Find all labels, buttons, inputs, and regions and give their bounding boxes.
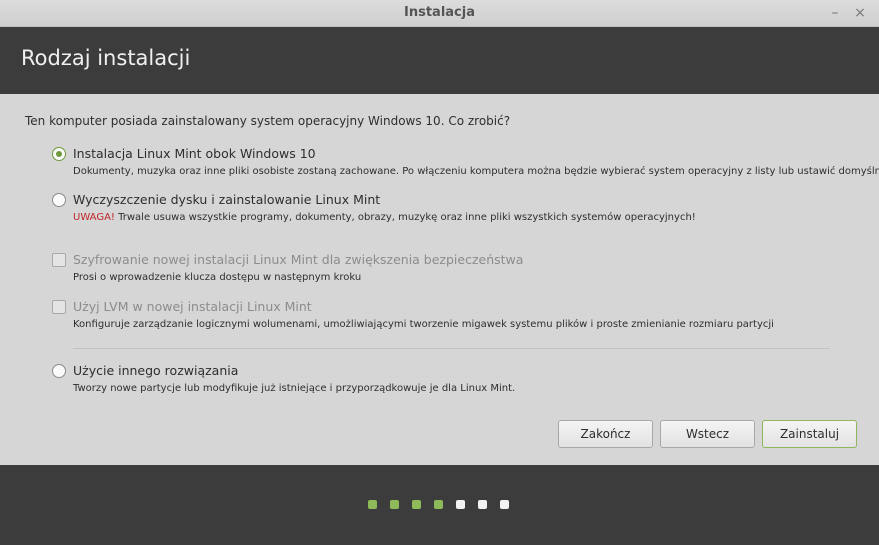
option-label[interactable]: Wyczyszczenie dysku i zainstalowanie Lin… (73, 192, 380, 207)
checkbox-encrypt (52, 253, 66, 267)
page-title: Rodzaj instalacji (21, 46, 191, 70)
install-button[interactable]: Zainstaluj (762, 420, 857, 448)
warning-description: Trwale usuwa wszystkie programy, dokumen… (114, 212, 696, 223)
progress-step-dot (478, 500, 487, 509)
option-description: Prosi o wprowadzenie klucza dostępu w na… (73, 272, 362, 283)
radio-install-alongside[interactable] (52, 147, 66, 161)
option-description: UWAGA! Trwale usuwa wszystkie programy, … (73, 212, 696, 223)
radio-erase-disk[interactable] (52, 193, 66, 207)
close-icon[interactable]: × (851, 4, 869, 22)
warning-text: UWAGA! (73, 212, 115, 223)
progress-step-dot (456, 500, 465, 509)
separator (73, 348, 830, 349)
radio-something-else[interactable] (52, 364, 66, 378)
minimize-icon[interactable]: – (826, 4, 844, 22)
progress-step-dot (368, 500, 377, 509)
quit-button[interactable]: Zakończ (558, 420, 653, 448)
option-label[interactable]: Użycie innego rozwiązania (73, 363, 238, 378)
checkbox-lvm (52, 300, 66, 314)
progress-step-dot (500, 500, 509, 509)
back-button[interactable]: Wstecz (660, 420, 755, 448)
content-area: Ten komputer posiada zainstalowany syste… (0, 94, 879, 465)
installer-window: Instalacja – × Rodzaj instalacji Ten kom… (0, 0, 879, 545)
window-title: Instalacja (404, 5, 475, 20)
option-description: Tworzy nowe partycje lub modyfikuje już … (73, 383, 516, 394)
question-text: Ten komputer posiada zainstalowany syste… (25, 114, 511, 128)
option-label: Użyj LVM w nowej instalacji Linux Mint (73, 299, 312, 314)
option-label: Szyfrowanie nowej instalacji Linux Mint … (73, 252, 524, 267)
option-description: Dokumenty, muzyka oraz inne pliki osobis… (73, 166, 879, 177)
progress-step-dot (412, 500, 421, 509)
option-label[interactable]: Instalacja Linux Mint obok Windows 10 (73, 146, 316, 161)
title-bar[interactable]: Instalacja – × (0, 0, 879, 27)
footer (0, 465, 879, 545)
option-description: Konfiguruje zarządzanie logicznymi wolum… (73, 319, 774, 330)
progress-step-dot (434, 500, 443, 509)
progress-step-dot (390, 500, 399, 509)
page-header: Rodzaj instalacji (0, 27, 879, 94)
